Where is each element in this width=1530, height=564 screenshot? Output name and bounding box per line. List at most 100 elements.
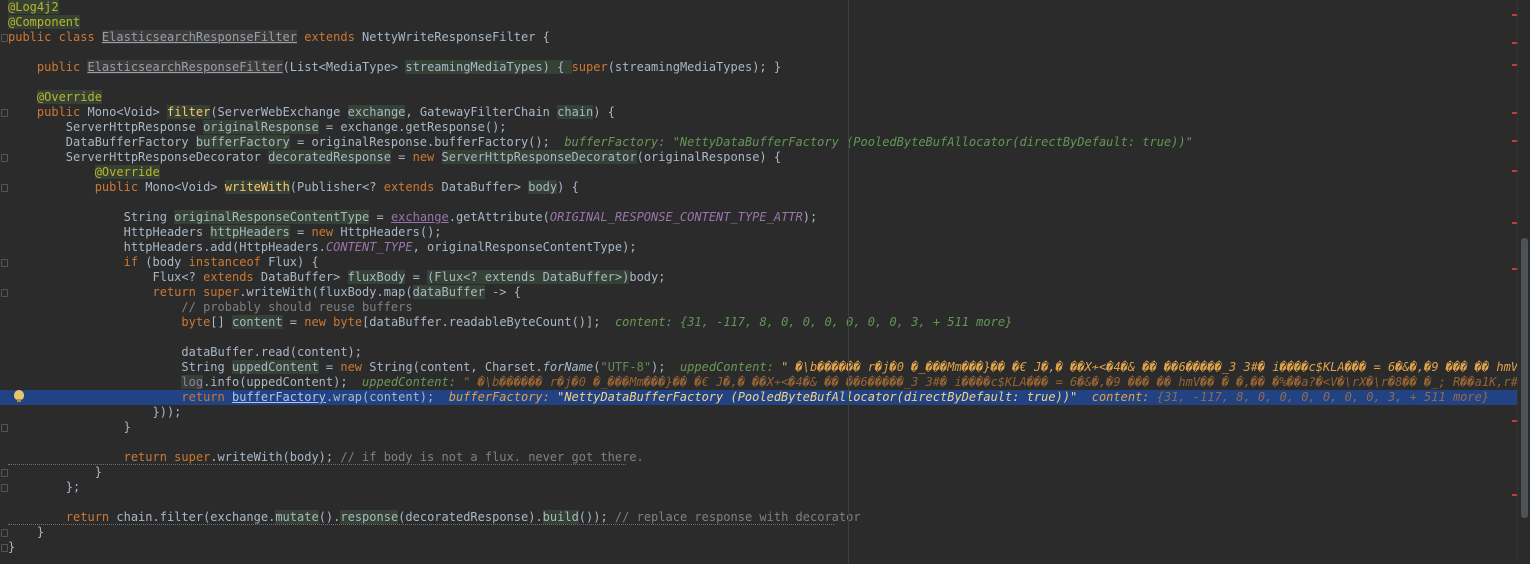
code-text: ); [802, 210, 818, 224]
debug-inline-name: uppedContent: [362, 375, 464, 389]
code-text: DataBuffer> [260, 270, 348, 284]
fold-marker[interactable] [1, 469, 8, 477]
code-line[interactable]: })); [0, 405, 1518, 420]
code-line[interactable]: dataBuffer.read(content); [0, 345, 1518, 360]
parameter: exchange [347, 105, 406, 119]
fold-marker[interactable] [1, 424, 8, 432]
code-line[interactable]: String uppedContent = new String(content… [0, 360, 1518, 375]
constant: CONTENT_TYPE [325, 240, 413, 254]
debug-inline-value: "NettyDataBufferFactory (PooledByteBufAl… [672, 135, 1193, 149]
fold-marker[interactable] [1, 184, 8, 192]
code-line[interactable]: HttpHeaders httpHeaders = new HttpHeader… [0, 225, 1518, 240]
code-text: ); [651, 360, 666, 374]
string-literal: "UTF-8" [600, 360, 652, 374]
code-line[interactable]: @Override [0, 90, 1518, 105]
lightbulb-icon[interactable] [14, 390, 24, 402]
code-text: , originalResponseContentType); [412, 240, 637, 254]
code-line[interactable]: public class ElasticsearchResponseFilter… [0, 30, 1518, 45]
code-text: Flux) { [268, 255, 319, 269]
fold-marker[interactable] [1, 484, 8, 492]
code-line[interactable]: } [0, 465, 1518, 480]
class-name[interactable]: ElasticsearchResponseFilter [101, 30, 297, 44]
code-text: body; [629, 270, 666, 284]
keyword: public class [8, 30, 102, 44]
code-text: ServerHttpResponseDecorator [65, 150, 269, 164]
variable: fluxBody [347, 270, 406, 284]
parameter: streamingMediaTypes [405, 60, 543, 74]
code-line[interactable]: String originalResponseContentType = exc… [0, 210, 1518, 225]
keyword: byte [181, 315, 211, 329]
code-text: ) { [542, 60, 572, 74]
fold-marker[interactable] [1, 154, 8, 162]
code-line[interactable]: public Mono<Void> writeWith(Publisher<? … [0, 180, 1518, 195]
captured-variable: exchange [390, 210, 449, 224]
code-text: [] [210, 315, 232, 329]
code-text: } [94, 465, 102, 479]
code-text: ServerHttpResponse [65, 120, 204, 134]
debug-inline-value: " �\b������ r�j�0 �_���Mm���}�� �€ J�,� … [463, 375, 1518, 389]
fold-marker[interactable] [1, 259, 8, 267]
code-text: DataBuffer> [441, 180, 529, 194]
captured-variable: bufferFactory [231, 390, 326, 404]
constructor-name[interactable]: ElasticsearchResponseFilter [87, 60, 283, 74]
fold-marker[interactable] [1, 544, 8, 552]
static-method: forName [542, 360, 594, 374]
fold-marker[interactable] [1, 289, 8, 297]
code-line[interactable]: @Log4j2 [0, 0, 1518, 15]
code-text: (ServerWebExchange [210, 105, 348, 119]
code-line[interactable]: // probably should reuse buffers [0, 300, 1518, 315]
code-line[interactable]: } [0, 420, 1518, 435]
variable: decoratedResponse [268, 150, 391, 164]
fold-marker[interactable] [1, 109, 8, 117]
comment: // probably should reuse buffers [181, 300, 413, 314]
code-text: }; [65, 480, 81, 494]
code-line[interactable]: public Mono<Void> filter(ServerWebExchan… [0, 105, 1518, 120]
code-text: HttpHeaders(); [340, 225, 442, 239]
code-editor[interactable]: @Log4j2 @Component public class Elastics… [0, 0, 1530, 564]
code-line[interactable]: @Component [0, 15, 1518, 30]
code-text: , GatewayFilterChain [405, 105, 558, 119]
debug-inline-name: uppedContent: [679, 360, 782, 374]
fold-marker[interactable] [1, 529, 8, 537]
code-line[interactable]: if (body instanceof Flux) { [0, 255, 1518, 270]
code-line[interactable]: return super.writeWith(fluxBody.map(data… [0, 285, 1518, 300]
code-line[interactable]: @Override [0, 165, 1518, 180]
code-line[interactable]: }; [0, 480, 1518, 495]
scrollbar-thumb[interactable] [1521, 238, 1528, 518]
code-line[interactable]: Flux<? extends DataBuffer> fluxBody = (F… [0, 270, 1518, 285]
code-text: = [369, 210, 391, 224]
warning-underline [8, 462, 626, 465]
code-line[interactable]: } [0, 525, 1518, 540]
code-line[interactable]: DataBufferFactory bufferFactory = origin… [0, 135, 1518, 150]
code-text: = [390, 150, 413, 164]
code-text: = [282, 315, 305, 329]
code-text: = originalResponse.bufferFactory(); [289, 135, 550, 149]
keyword: new [304, 315, 334, 329]
debug-inline-name: bufferFactory: [448, 390, 558, 404]
current-execution-line[interactable]: return bufferFactory.wrap(content); buff… [0, 390, 1518, 405]
keyword: new [412, 150, 442, 164]
variable: bufferFactory [195, 135, 290, 149]
variable: originalResponseContentType [174, 210, 370, 224]
code-line[interactable]: log.info(uppedContent); uppedContent: " … [0, 375, 1518, 390]
fold-marker[interactable] [1, 34, 8, 42]
code-line[interactable]: } [0, 540, 1518, 555]
code-line[interactable]: ServerHttpResponse originalResponse = ex… [0, 120, 1518, 135]
code-line[interactable]: ServerHttpResponseDecorator decoratedRes… [0, 150, 1518, 165]
keyword: instanceof [188, 255, 269, 269]
code-text: [dataBuffer.readableByteCount()]; [362, 315, 601, 329]
keyword: return [152, 285, 204, 299]
code-text: = [289, 225, 312, 239]
code-text: (List<MediaType> [282, 60, 406, 74]
annotation: @Component [8, 15, 81, 29]
method-name[interactable]: filter [166, 105, 211, 119]
keyword: extends [203, 270, 261, 284]
debug-inline-value: {31, -117, 8, 0, 0, 0, 0, 0, 0, 3, + 511… [1156, 390, 1490, 404]
method-name[interactable]: writeWith [224, 180, 290, 194]
vertical-scrollbar[interactable] [1517, 0, 1530, 564]
code-line[interactable]: httpHeaders.add(HttpHeaders.CONTENT_TYPE… [0, 240, 1518, 255]
annotation: @Override [94, 165, 160, 179]
constant: ORIGINAL_RESPONSE_CONTENT_TYPE_ATTR [549, 210, 803, 224]
code-line[interactable]: public ElasticsearchResponseFilter(List<… [0, 60, 1518, 75]
code-line[interactable]: byte[] content = new byte[dataBuffer.rea… [0, 315, 1518, 330]
